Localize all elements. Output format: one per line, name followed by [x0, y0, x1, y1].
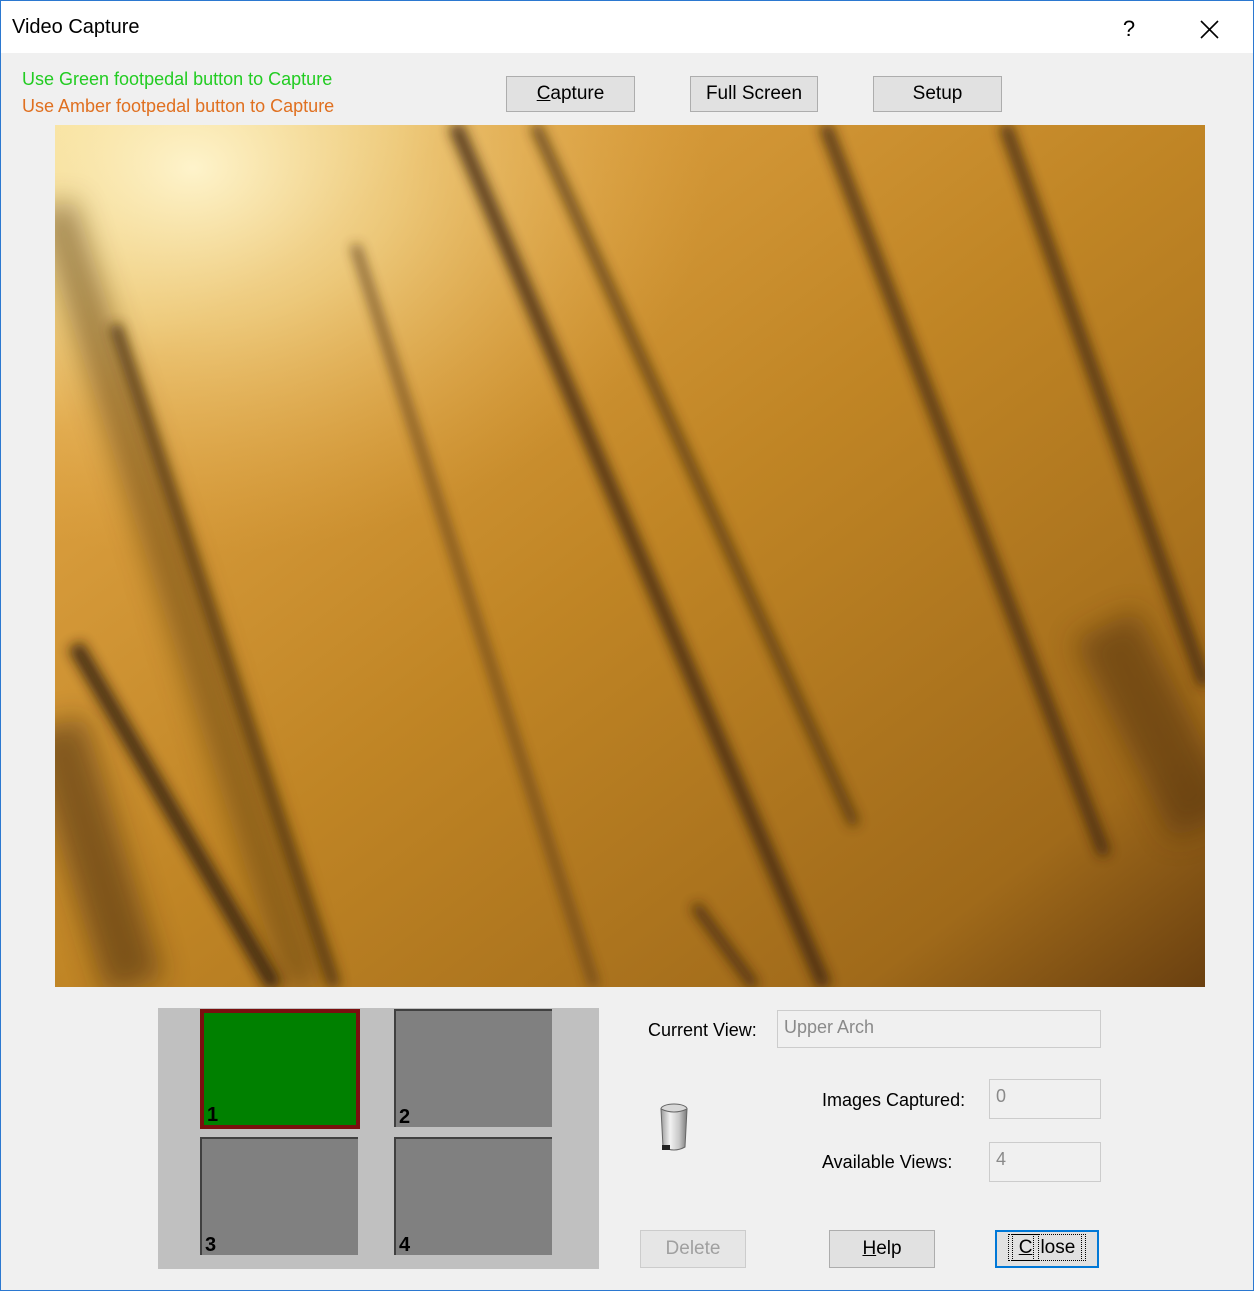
capture-label-rest: apture — [550, 83, 605, 104]
thumbnail-number: 3 — [205, 1234, 217, 1256]
trash-can-icon[interactable] — [654, 1101, 694, 1157]
close-label-rest: lose — [1033, 1234, 1083, 1261]
images-captured-label: Images Captured: — [822, 1090, 966, 1110]
images-captured-field[interactable]: 0 — [989, 1079, 1101, 1119]
available-views-label: Available Views: — [822, 1152, 953, 1172]
thumbnail-number: 4 — [399, 1234, 411, 1256]
delete-button[interactable]: Delete — [640, 1230, 746, 1268]
title-bar: Video Capture ? — [1, 1, 1253, 53]
help-button[interactable]: Help — [829, 1230, 935, 1268]
capture-button[interactable]: Capture — [506, 76, 635, 112]
thumbnail-panel: 1 2 3 4 — [158, 1008, 599, 1269]
close-accel: C — [1011, 1234, 1040, 1261]
close-label: Close — [1007, 1234, 1087, 1261]
thumbnail-1[interactable]: 1 — [200, 1009, 360, 1129]
thumbnail-2[interactable]: 2 — [394, 1009, 552, 1128]
window-title: Video Capture — [12, 16, 140, 38]
thumbnail-4[interactable]: 4 — [394, 1137, 552, 1256]
available-views-field[interactable]: 4 — [989, 1142, 1101, 1182]
help-accel: H — [862, 1238, 877, 1259]
capture-accel: C — [536, 83, 551, 104]
current-view-field[interactable]: Upper Arch — [777, 1010, 1101, 1048]
amber-footpedal-hint: Use Amber footpedal button to Capture — [22, 96, 335, 116]
thumbnail-3[interactable]: 3 — [200, 1137, 358, 1256]
green-footpedal-hint: Use Green footpedal button to Capture — [22, 69, 333, 89]
setup-button[interactable]: Setup — [873, 76, 1002, 112]
current-view-label: Current View: — [648, 1020, 757, 1040]
title-help-button[interactable]: ? — [1109, 12, 1149, 46]
help-label-rest: elp — [876, 1238, 902, 1259]
video-preview — [55, 125, 1205, 987]
video-frame-image — [55, 125, 1205, 987]
close-button[interactable]: Close — [995, 1230, 1099, 1268]
video-capture-dialog: Video Capture ? Use Green footpedal butt… — [0, 0, 1254, 1291]
thumbnail-number: 1 — [207, 1104, 219, 1126]
close-icon — [1200, 20, 1219, 39]
full-screen-button[interactable]: Full Screen — [690, 76, 818, 112]
thumbnail-number: 2 — [399, 1106, 411, 1128]
title-close-button[interactable] — [1189, 12, 1229, 46]
